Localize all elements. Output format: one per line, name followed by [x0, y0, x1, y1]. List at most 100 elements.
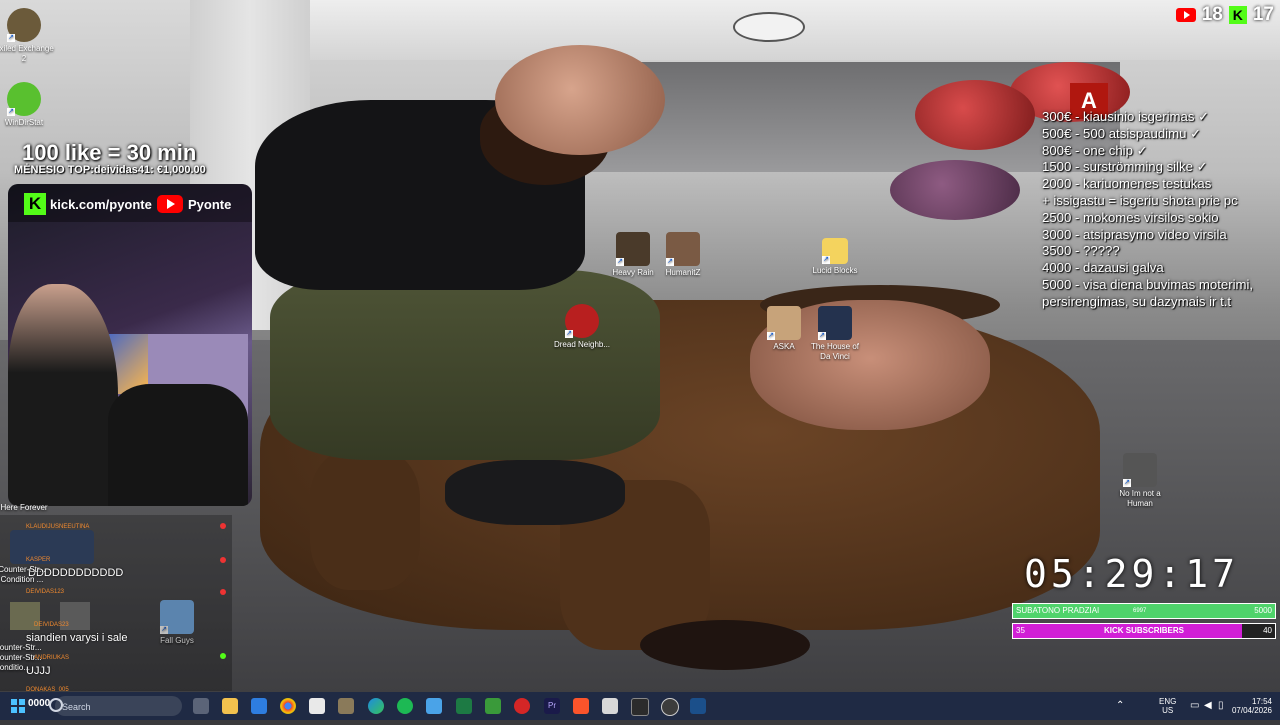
desktop-icon-windirstat[interactable]: ↗ WinDirStat — [0, 82, 54, 128]
vcam-icon[interactable] — [485, 698, 501, 714]
desktop-icon-label: Here Forever — [0, 503, 48, 512]
stream-chat: KLAUDIJUSNEEUTINA KASPER DDDDDDDDDDDD Co… — [0, 515, 232, 693]
desktop-icon-counter-strike[interactable]: Counter-Str... Condition ... — [0, 565, 52, 585]
webcam-chair — [108, 384, 248, 506]
kick-icon: K — [1228, 6, 1247, 24]
desktop-icon-label: No Im not a Human — [1119, 489, 1161, 508]
wallpaper-head — [495, 45, 665, 155]
obs-icon[interactable] — [661, 698, 679, 716]
wallpaper-trousers — [270, 270, 660, 460]
chat-username: DEIVIDAS23 — [34, 622, 69, 628]
kick-count: 17 — [1252, 4, 1274, 25]
follower-counters: 18 K 17 — [1175, 4, 1274, 26]
file-explorer-icon[interactable] — [222, 698, 238, 714]
youtube-count: 18 — [1201, 4, 1223, 25]
chat-badge-icon — [220, 557, 226, 563]
desktop-icon-here-forever[interactable]: Here Forever — [0, 503, 54, 515]
search-placeholder: Search — [62, 702, 91, 712]
goal-item: 2500 - mokomes virsilos sokio — [1042, 209, 1219, 225]
clock[interactable]: 17:54 07/04/2026 — [1226, 697, 1272, 725]
desktop-icon-counter-strike[interactable]: Counter-Str... — [0, 643, 102, 653]
desktop-icon-no-im-not-a-human[interactable]: ↗ No Im not a Human — [1110, 453, 1170, 509]
battery-icon[interactable]: ▯ — [1218, 692, 1224, 720]
clock-date: 07/04/2026 — [1231, 706, 1272, 715]
desktop-icon-label: The House of Da Vinci — [810, 342, 860, 361]
kick-subscribers-bar: KICK SUBSCRIBERS 35 40 — [1012, 623, 1276, 639]
dread-neighbour-icon: ↗ — [565, 304, 599, 338]
goal-item: 3000 - atsiprasymo video virsila — [1042, 226, 1227, 242]
heavy-rain-icon: ↗ — [616, 232, 650, 266]
wallpaper-bear-paw — [640, 620, 810, 670]
notes-icon[interactable] — [602, 698, 618, 714]
chat-username: DEIVIDAS123 — [26, 589, 65, 595]
progress-current: 35 — [1016, 626, 1025, 635]
wallpaper-exercise-ball — [890, 160, 1020, 220]
chat-badge-icon — [220, 589, 226, 595]
store-icon[interactable] — [251, 698, 267, 714]
desktop-icon-exiled-exchange[interactable]: ↗ Exiled Exchange 2 — [0, 8, 54, 64]
desktop-icon-label: Dread Neighb... — [553, 340, 611, 349]
volume-icon[interactable]: ◀ — [1204, 692, 1212, 720]
taskbar-widget[interactable]: 0000 — [28, 698, 50, 709]
webcam-streamer — [8, 284, 118, 506]
chrome-icon[interactable] — [280, 698, 296, 714]
desktop-icon-house-of-da-vinci[interactable]: ↗ The House of Da Vinci — [805, 306, 865, 362]
desktop-icon-label: ASKA — [773, 342, 795, 351]
notepad-icon[interactable] — [309, 698, 325, 714]
monthly-top-donor: MĖNESIO TOP:deividas41: €1,000.00 — [14, 164, 206, 176]
goal-item: 500€ - 500 atsispaudimu ✓ — [1042, 125, 1202, 141]
desktop-icon-label: Counter-Str... — [0, 643, 42, 652]
task-view-icon[interactable] — [193, 698, 209, 714]
steam-icon[interactable] — [690, 698, 706, 714]
edge-icon[interactable] — [368, 698, 384, 714]
photos-icon[interactable] — [426, 698, 442, 714]
house-of-da-vinci-icon: ↗ — [818, 306, 852, 340]
chat-badge-icon — [220, 523, 226, 529]
goal-item: 300€ - kiausinio isgerimas ✓ — [1042, 109, 1210, 124]
youtube-icon — [1175, 8, 1196, 22]
kick-url: kick.com/pyonte — [50, 197, 152, 212]
chat-emote-strip — [10, 530, 94, 564]
subathon-progress-bar: SUBATONO PRADZIAI 6997 5000 — [1012, 603, 1276, 619]
humanitz-icon: ↗ — [666, 232, 700, 266]
network-icon[interactable]: ▭ — [1190, 692, 1199, 720]
progress-target: 5000 — [1254, 606, 1272, 615]
goal-item: 800€ - one chip ✓ — [1042, 142, 1148, 158]
desktop-icon-label: Counter-Str... Condition ... — [0, 565, 46, 584]
gimp-icon[interactable] — [338, 698, 354, 714]
chat-message: UJJJ — [26, 665, 51, 677]
goal-item: 5000 - visa diena buvimas moterimi, pers… — [1042, 276, 1254, 309]
progress-target: 40 — [1263, 626, 1272, 635]
language-indicator[interactable]: ENG US — [1159, 697, 1176, 725]
tray-overflow-chevron-icon[interactable]: ⌃ — [1116, 692, 1124, 720]
chat-username: ANDRIUKAS — [34, 655, 70, 661]
start-button[interactable] — [11, 699, 25, 713]
goal-item: 3500 - ????? — [1042, 243, 1120, 259]
desktop-icon-humanitz[interactable]: ↗ HumanitZ — [653, 232, 713, 278]
wallpaper-bear-leg — [310, 450, 420, 590]
taskbar: 0000 Search Pr ⌃ ENG US ▭ ◀ ▯ 17:54 07/0… — [0, 692, 1280, 720]
wallpaper-shoe — [445, 460, 625, 525]
like-goal-text: 100 like = 30 min — [22, 140, 197, 165]
brave-icon[interactable] — [573, 698, 589, 714]
progress-label: KICK SUBSCRIBERS — [1103, 626, 1184, 635]
aska-icon: ↗ — [767, 306, 801, 340]
goal-item: + issigastu = isgeriu shota prie pc — [1042, 192, 1238, 208]
excel-icon[interactable] — [456, 698, 472, 714]
chat-username: KASPER — [26, 557, 51, 563]
no-im-not-a-human-icon: ↗ — [1123, 453, 1157, 487]
region-code: US — [1162, 706, 1174, 715]
progress-current: 6997 — [1133, 608, 1147, 614]
wallpaper-clock — [733, 12, 805, 42]
desktop-icon-lucid-blocks[interactable]: ↗ Lucid Blocks — [805, 238, 865, 276]
desktop-icon-dread-neighbour[interactable]: ↗ Dread Neighb... — [552, 304, 612, 350]
terminal-icon[interactable] — [631, 698, 649, 716]
desktop-icon-label: Exiled Exchange 2 — [0, 44, 54, 63]
donation-goals-list: 300€ - kiausinio isgerimas ✓ 500€ - 500 … — [1042, 109, 1278, 311]
premiere-icon[interactable]: Pr — [544, 698, 560, 714]
desktop-icon-label: WinDirStat — [4, 118, 44, 127]
webcam-social-bar: K kick.com/pyonte Pyonte — [8, 184, 252, 222]
spotify-icon[interactable] — [397, 698, 413, 714]
xbox-icon[interactable] — [514, 698, 530, 714]
goal-item: 4000 - dazausi galva — [1042, 260, 1164, 276]
